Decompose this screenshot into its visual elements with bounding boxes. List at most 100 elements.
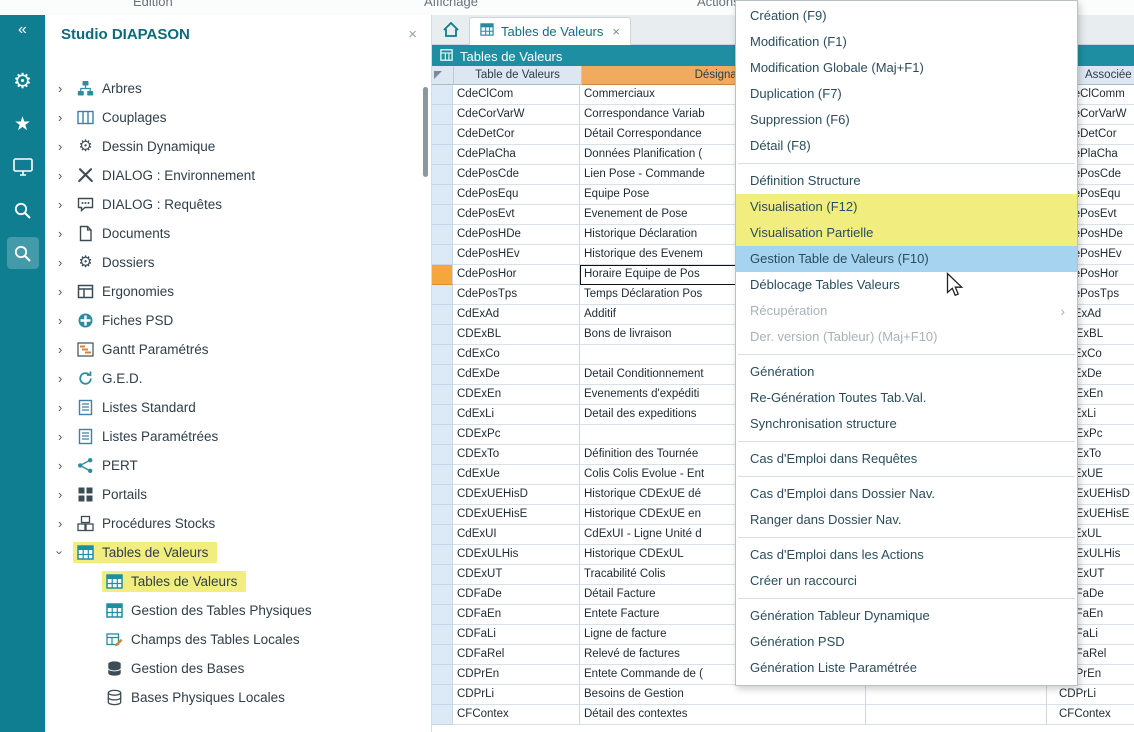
tree-item[interactable]: Couplages — [45, 103, 419, 132]
row-selector-cell[interactable] — [432, 425, 453, 445]
table-code-cell[interactable]: CDExBL — [453, 325, 580, 345]
chevron-right-icon[interactable] — [58, 400, 73, 415]
chevron-right-icon[interactable] — [58, 168, 73, 183]
menu-item[interactable]: Définition Structure — [736, 168, 1077, 194]
menu-item[interactable]: Création (F9) — [736, 3, 1077, 29]
table-code-cell[interactable]: CDFaEn — [453, 605, 580, 625]
tree-item[interactable]: Listes Paramétrées — [45, 422, 419, 451]
menu-edition[interactable]: Edition — [133, 0, 173, 9]
table-code-cell[interactable]: CDExEn — [453, 385, 580, 405]
select-all-corner-cell[interactable] — [432, 66, 454, 85]
row-selector-cell[interactable] — [432, 385, 453, 405]
chevron-right-icon[interactable] — [58, 371, 73, 386]
table-code-cell[interactable]: CdExAd — [453, 305, 580, 325]
table-code-cell[interactable]: CDExTo — [453, 445, 580, 465]
tree-item[interactable]: Portails — [45, 480, 419, 509]
tree-item[interactable]: Listes Standard — [45, 393, 419, 422]
column-header-table-de-valeurs[interactable]: Table de Valeurs — [454, 66, 582, 85]
tree-item[interactable]: DIALOG : Environnement — [45, 161, 419, 190]
menu-item[interactable]: Gestion Table de Valeurs (F10) — [736, 246, 1077, 272]
table-code-cell[interactable]: CdExUI — [453, 525, 580, 545]
menu-item[interactable]: Génération PSD — [736, 629, 1077, 655]
table-row[interactable]: CDPrLiBesoins de GestionCDPrLi — [432, 685, 1134, 705]
tree-item[interactable]: Ergonomies — [45, 277, 419, 306]
tree-item[interactable]: Gestion des Tables Physiques — [45, 596, 419, 625]
table-code-cell[interactable]: CDExULHis — [453, 545, 580, 565]
row-selector-cell[interactable] — [432, 525, 453, 545]
tree-item[interactable]: Gantt Paramétrés — [45, 335, 419, 364]
tree-item[interactable]: Gestion des Bases — [45, 654, 419, 683]
row-selector-cell[interactable] — [432, 505, 453, 525]
row-selector-cell[interactable] — [432, 185, 453, 205]
table-row[interactable]: CFContexDétail des contextesCFContex — [432, 705, 1134, 725]
menu-item[interactable]: Génération Tableur Dynamique — [736, 603, 1077, 629]
associated-table-cell[interactable]: CDPrLi — [1047, 685, 1134, 705]
menu-item[interactable]: Duplication (F7) — [736, 81, 1077, 107]
table-code-cell[interactable]: CdeCorVarW — [453, 105, 580, 125]
row-selector-cell[interactable] — [432, 125, 453, 145]
row-selector-cell[interactable] — [432, 565, 453, 585]
chevron-right-icon[interactable] — [58, 197, 73, 212]
menu-item[interactable]: Génération — [736, 359, 1077, 385]
table-code-cell[interactable]: CdExCo — [453, 345, 580, 365]
row-selector-cell[interactable] — [432, 345, 453, 365]
row-selector-cell[interactable] — [432, 625, 453, 645]
table-code-cell[interactable]: CDExUEHisE — [453, 505, 580, 525]
row-selector-cell[interactable] — [432, 265, 453, 285]
chevron-right-icon[interactable] — [58, 81, 73, 96]
favorites-star-icon[interactable]: ★ — [7, 108, 39, 140]
tab-tables-de-valeurs[interactable]: Tables de Valeurs × — [469, 17, 631, 45]
tree-item[interactable]: Bases Physiques Locales — [45, 683, 419, 712]
chevron-right-icon[interactable] — [58, 342, 73, 357]
table-code-cell[interactable]: CDExUT — [453, 565, 580, 585]
table-code-cell[interactable]: CDFaRel — [453, 645, 580, 665]
row-selector-cell[interactable] — [432, 545, 453, 565]
panel-close-icon[interactable]: × — [408, 26, 417, 43]
menu-item[interactable]: Détail (F8) — [736, 133, 1077, 159]
menu-item[interactable]: Suppression (F6) — [736, 107, 1077, 133]
search-icon[interactable] — [7, 194, 39, 226]
row-selector-cell[interactable] — [432, 605, 453, 625]
table-code-cell[interactable]: CdePosHDe — [453, 225, 580, 245]
table-code-cell[interactable]: CDPrEn — [453, 665, 580, 685]
search-navigator-icon[interactable] — [7, 237, 39, 269]
tree-item[interactable]: Documents — [45, 219, 419, 248]
tree-item[interactable]: ⚙Dessin Dynamique — [45, 132, 419, 161]
row-selector-cell[interactable] — [432, 285, 453, 305]
row-selector-cell[interactable] — [432, 585, 453, 605]
menu-item[interactable]: Ranger dans Dossier Nav. — [736, 507, 1077, 533]
tree-item[interactable]: Procédures Stocks — [45, 509, 419, 538]
tree-item[interactable]: Arbres — [45, 74, 419, 103]
chevron-right-icon[interactable] — [58, 313, 73, 328]
menu-item[interactable]: Modification (F1) — [736, 29, 1077, 55]
menu-item[interactable]: Cas d'Emploi dans Dossier Nav. — [736, 481, 1077, 507]
row-selector-cell[interactable] — [432, 145, 453, 165]
table-code-cell[interactable]: CDExUEHisD — [453, 485, 580, 505]
tree-scrollbar-thumb[interactable] — [423, 87, 428, 177]
chevron-right-icon[interactable] — [58, 139, 73, 154]
row-selector-cell[interactable] — [432, 685, 453, 705]
table-code-cell[interactable]: CDExPc — [453, 425, 580, 445]
chevron-right-icon[interactable] — [58, 226, 73, 241]
tree-item[interactable]: PERT — [45, 451, 419, 480]
table-code-cell[interactable]: CDPrLi — [453, 685, 580, 705]
table-code-cell[interactable]: CdExLi — [453, 405, 580, 425]
menu-actions[interactable]: Actions — [697, 0, 740, 9]
menu-item[interactable]: Cas d'Emploi dans les Actions — [736, 542, 1077, 568]
table-code-cell[interactable]: CdePosHor — [453, 265, 580, 285]
row-selector-cell[interactable] — [432, 665, 453, 685]
table-code-cell[interactable]: CdExDe — [453, 365, 580, 385]
workspace-monitor-icon[interactable] — [7, 151, 39, 183]
chevron-right-icon[interactable] — [58, 429, 73, 444]
menu-item[interactable]: Visualisation (F12) — [736, 194, 1077, 220]
designation-cell[interactable]: Détail des contextes — [580, 705, 866, 725]
table-code-cell[interactable]: CDFaLi — [453, 625, 580, 645]
menu-item[interactable]: Synchronisation structure — [736, 411, 1077, 437]
row-selector-cell[interactable] — [432, 405, 453, 425]
menu-item[interactable]: Cas d'Emploi dans Requêtes — [736, 446, 1077, 472]
table-code-cell[interactable]: CdeClCom — [453, 85, 580, 105]
menu-item[interactable]: Déblocage Tables Valeurs — [736, 272, 1077, 298]
associated-table-cell[interactable]: CFContex — [1047, 705, 1134, 725]
table-code-cell[interactable]: CdePosEvt — [453, 205, 580, 225]
tree-item[interactable]: Tables de Valeurs — [45, 567, 419, 596]
